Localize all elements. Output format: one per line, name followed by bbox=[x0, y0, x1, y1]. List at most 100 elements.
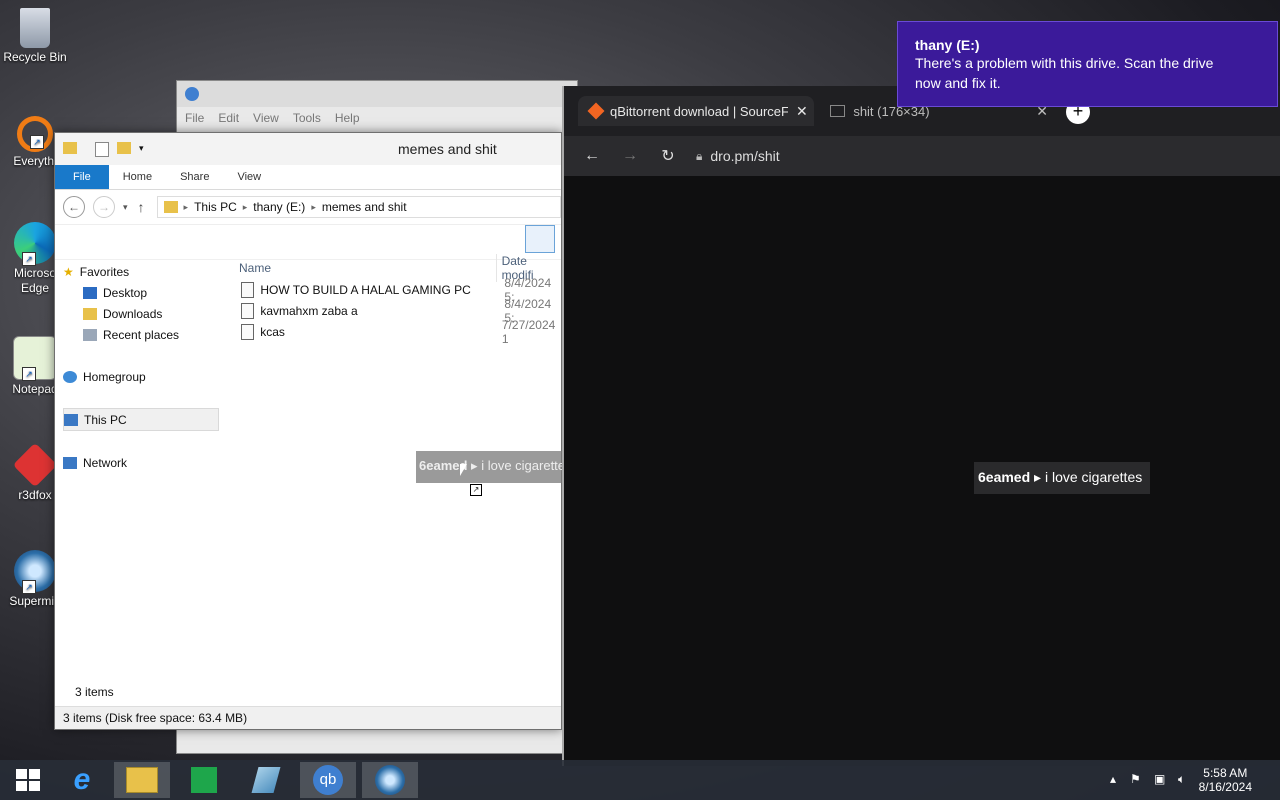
lock-icon: 🔒︎ bbox=[696, 148, 703, 163]
clock-date: 8/16/2024 bbox=[1198, 780, 1252, 794]
recent-locations-chevron-icon[interactable]: ▾ bbox=[123, 202, 128, 213]
computer-icon bbox=[64, 413, 78, 426]
taskbar-clock[interactable]: 5:58 AM 8/16/2024 bbox=[1199, 766, 1252, 794]
action-center-flag-icon[interactable]: ⚑ bbox=[1130, 772, 1141, 786]
address-bar-row: ← → ▾ ↑ ▸ This PC ▸ thany (E:) ▸ memes a… bbox=[55, 190, 561, 225]
nav-recent-places[interactable]: Recent places bbox=[63, 324, 223, 345]
status-bar: 3 items (Disk free space: 63.4 MB) bbox=[55, 706, 561, 729]
file-row[interactable]: kcas 7/27/2024 1 bbox=[237, 318, 561, 346]
taskbar-file-explorer[interactable] bbox=[114, 762, 170, 798]
notes-icon bbox=[251, 767, 281, 793]
menu-help[interactable]: Help bbox=[335, 111, 360, 125]
desktop-icon bbox=[83, 286, 97, 299]
reload-button[interactable]: ↻ bbox=[658, 146, 678, 166]
document-icon bbox=[241, 302, 255, 319]
qbittorrent-titlebar[interactable] bbox=[177, 81, 577, 107]
taskbar-internet-explorer[interactable]: e bbox=[54, 762, 110, 798]
back-button[interactable]: ← bbox=[63, 196, 85, 218]
nav-downloads[interactable]: Downloads bbox=[63, 303, 223, 324]
tab-file[interactable]: File bbox=[55, 165, 109, 189]
item-count: 3 items bbox=[75, 685, 114, 699]
nav-homegroup[interactable]: Homegroup bbox=[63, 366, 223, 387]
notification-message: There's a problem with this drive. Scan … bbox=[915, 55, 1214, 91]
recycle-bin-icon bbox=[20, 8, 50, 48]
explorer-ribbon: File Home Share View bbox=[55, 165, 561, 190]
qbittorrent-icon: qb bbox=[313, 765, 343, 795]
up-button[interactable]: ↑ bbox=[138, 199, 145, 215]
nav-favorites[interactable]: ★ Favorites bbox=[63, 261, 223, 282]
folder-icon bbox=[63, 142, 77, 154]
taskbar-notes[interactable] bbox=[238, 762, 294, 798]
star-icon: ★ bbox=[63, 264, 74, 279]
drive-notification[interactable]: thany (E:) There's a problem with this d… bbox=[897, 21, 1278, 107]
start-button[interactable] bbox=[0, 762, 56, 798]
internet-explorer-icon: e bbox=[73, 763, 91, 796]
breadcrumb-this-pc[interactable]: This PC bbox=[194, 200, 237, 214]
image-icon bbox=[830, 105, 846, 117]
explorer-title: memes and shit bbox=[398, 141, 497, 157]
menu-tools[interactable]: Tools bbox=[293, 111, 321, 125]
taskbar-store[interactable] bbox=[176, 762, 232, 798]
browser-window[interactable]: qBittorrent download | SourceFo ✕ shit (… bbox=[562, 86, 1280, 766]
volume-muted-icon[interactable]: 🔈︎ bbox=[1178, 772, 1185, 787]
menu-view[interactable]: View bbox=[253, 111, 279, 125]
forward-button[interactable]: → bbox=[93, 196, 115, 218]
supermium-icon: ↗ bbox=[14, 550, 56, 594]
recent-places-icon bbox=[83, 328, 97, 341]
nav-this-pc[interactable]: This PC bbox=[63, 408, 219, 431]
network-icon bbox=[63, 456, 77, 469]
folder-icon bbox=[163, 201, 178, 213]
edge-icon: ↗ bbox=[14, 222, 56, 266]
file-explorer-icon bbox=[126, 767, 158, 793]
nav-network[interactable]: Network bbox=[63, 452, 223, 473]
qbittorrent-menubar: File Edit View Tools Help bbox=[177, 107, 577, 129]
tab-sourceforge[interactable]: qBittorrent download | SourceFo ✕ bbox=[578, 96, 814, 126]
document-icon bbox=[241, 281, 255, 298]
navigation-pane: ★ Favorites Desktop Downloads Recent plac… bbox=[63, 261, 223, 473]
forward-button[interactable]: → bbox=[620, 147, 640, 165]
arrow-left-icon: ← bbox=[68, 200, 80, 214]
menu-file[interactable]: File bbox=[185, 111, 204, 125]
menu-edit[interactable]: Edit bbox=[218, 111, 239, 125]
breadcrumb[interactable]: ▸ This PC ▸ thany (E:) ▸ memes and shit bbox=[156, 196, 561, 218]
file-explorer-window[interactable]: ▾ memes and shit File Home Share View ← … bbox=[54, 132, 562, 730]
image-content: 6eamed ▸ i love cigarettes bbox=[974, 462, 1150, 494]
desktop-icon-recycle-bin[interactable]: Recycle Bin bbox=[0, 8, 70, 64]
url-field[interactable]: dro.pm/shit bbox=[710, 148, 779, 164]
back-button[interactable]: ← bbox=[582, 147, 602, 165]
file-list: Name Date modifi HOW TO BUILD A HALAL GA… bbox=[237, 254, 561, 346]
breadcrumb-drive[interactable]: thany (E:) bbox=[253, 200, 305, 214]
taskbar-qbittorrent[interactable]: qb bbox=[300, 762, 356, 798]
everything-search-icon: ↗ bbox=[17, 116, 53, 152]
tab-home[interactable]: Home bbox=[109, 165, 166, 189]
homegroup-icon bbox=[63, 370, 77, 383]
taskbar: e qb ▴ ⚑ ▣ 🔈︎ 5:58 AM 8/16/2024 bbox=[0, 760, 1280, 800]
sourceforge-icon bbox=[587, 102, 605, 120]
qbittorrent-icon bbox=[185, 87, 199, 101]
show-hidden-icons[interactable]: ▴ bbox=[1110, 772, 1116, 786]
supermium-icon bbox=[375, 765, 405, 795]
breadcrumb-separator-icon: ▸ bbox=[183, 201, 189, 212]
chevron-down-icon[interactable]: ▾ bbox=[139, 143, 144, 154]
breadcrumb-folder[interactable]: memes and shit bbox=[322, 200, 407, 214]
document-icon bbox=[241, 323, 255, 340]
store-icon bbox=[191, 767, 217, 793]
cursor-icon bbox=[460, 464, 467, 476]
properties-icon[interactable] bbox=[95, 142, 109, 157]
tab-share[interactable]: Share bbox=[166, 165, 223, 189]
explorer-titlebar[interactable]: ▾ memes and shit bbox=[55, 133, 561, 165]
arrow-right-icon: → bbox=[98, 200, 110, 214]
new-folder-icon[interactable] bbox=[117, 142, 131, 154]
close-icon[interactable]: ✕ bbox=[796, 103, 808, 120]
nav-desktop[interactable]: Desktop bbox=[63, 282, 223, 303]
column-name[interactable]: Name bbox=[237, 261, 496, 275]
taskbar-supermium[interactable] bbox=[362, 762, 418, 798]
url-toolbar: ← → ↻ 🔒︎ dro.pm/shit bbox=[564, 136, 1280, 176]
notepad-plus-icon: ↗ bbox=[13, 336, 57, 381]
view-toolbar bbox=[55, 225, 561, 260]
r3dfox-icon bbox=[12, 442, 58, 488]
preview-pane-icon[interactable] bbox=[525, 225, 555, 253]
network-tray-icon[interactable]: ▣ bbox=[1154, 772, 1165, 786]
downloads-icon bbox=[83, 307, 97, 320]
tab-view[interactable]: View bbox=[223, 165, 275, 189]
